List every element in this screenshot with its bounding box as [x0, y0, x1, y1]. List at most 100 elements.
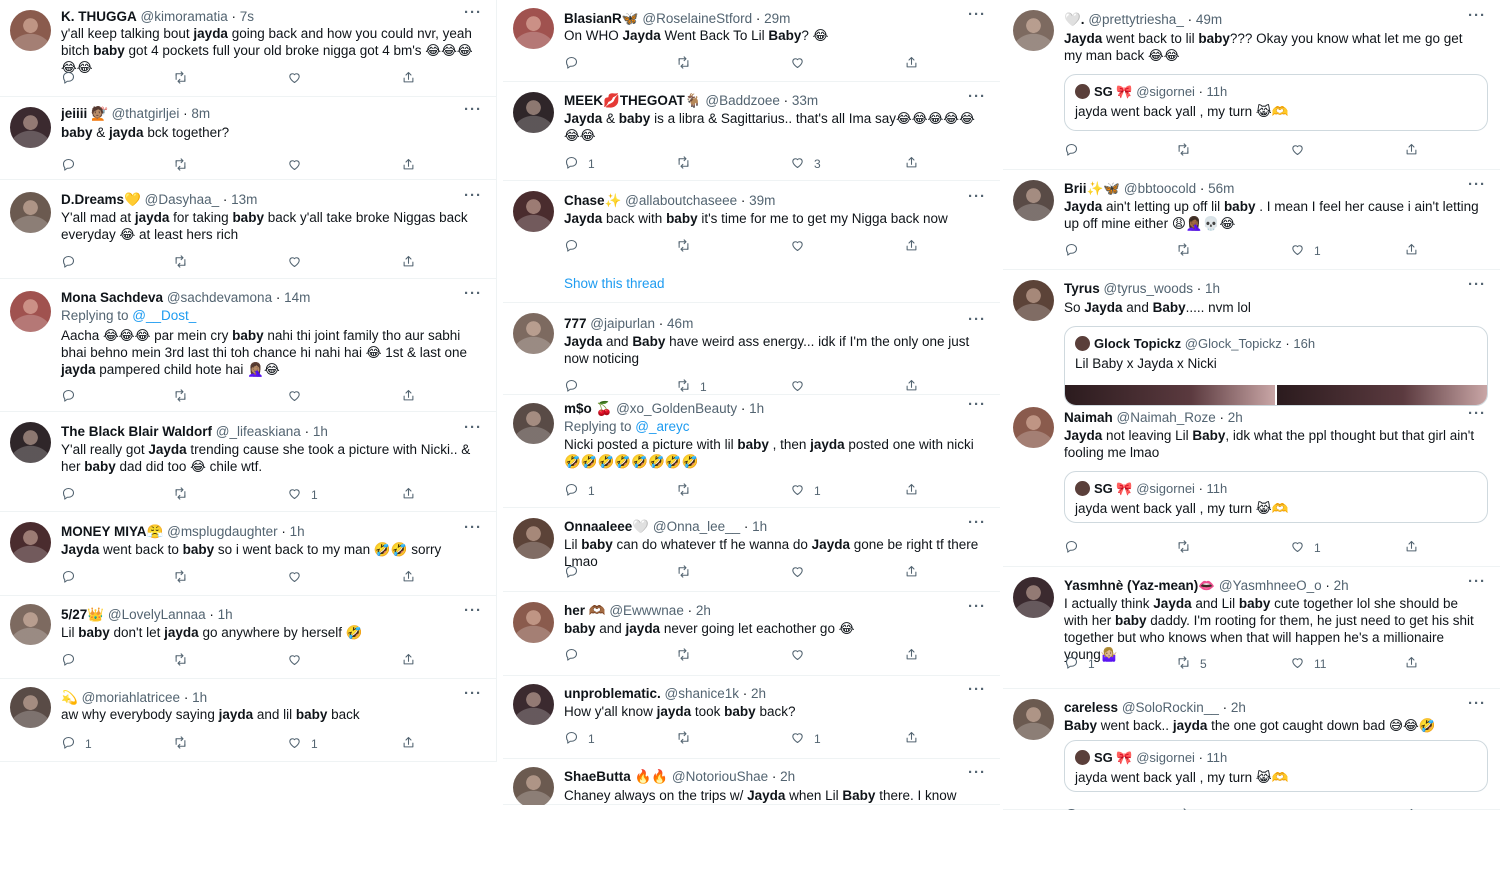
author-name[interactable]: 777 [564, 316, 587, 331]
reply-button[interactable] [1064, 539, 1079, 557]
reply-icon[interactable] [61, 486, 76, 504]
tweet-timestamp[interactable]: 2h [1228, 410, 1243, 425]
retweet-button[interactable] [1176, 807, 1191, 810]
share-button[interactable] [904, 564, 919, 582]
share-icon[interactable] [1404, 142, 1419, 160]
quoted-tweet[interactable]: Glock Topickz @Glock_Topickz · 16h Lil Ba… [1064, 326, 1488, 406]
retweet-icon[interactable] [173, 735, 188, 753]
reply-icon[interactable] [61, 254, 76, 272]
like-icon[interactable] [287, 569, 302, 587]
author-handle[interactable]: @thatgirljei [112, 106, 180, 121]
more-options-icon[interactable]: ··· [464, 519, 482, 536]
reply-icon[interactable] [61, 735, 76, 753]
more-options-icon[interactable]: ··· [464, 187, 482, 204]
retweet-icon[interactable] [676, 155, 691, 173]
author-name[interactable]: Brii✨🦋 [1064, 181, 1120, 196]
avatar[interactable] [1013, 699, 1054, 740]
share-icon[interactable] [401, 388, 416, 406]
more-options-icon[interactable]: ··· [1468, 7, 1486, 24]
reply-icon[interactable] [564, 238, 579, 256]
share-icon[interactable] [1404, 242, 1419, 260]
retweet-button[interactable] [173, 157, 188, 175]
author-name[interactable]: 5/27👑 [61, 607, 104, 622]
reply-icon[interactable] [564, 155, 579, 173]
author-name[interactable]: Chase✨ [564, 193, 621, 208]
retweet-button[interactable]: 1 [676, 378, 707, 396]
avatar[interactable] [1013, 577, 1054, 618]
share-icon[interactable] [401, 569, 416, 587]
author-name[interactable]: Naimah [1064, 410, 1113, 425]
like-button[interactable] [790, 564, 805, 582]
tweet-timestamp[interactable]: 46m [667, 316, 693, 331]
like-icon[interactable] [1290, 807, 1305, 810]
author-handle[interactable]: @tyrus_woods [1104, 281, 1194, 296]
retweet-button[interactable] [1176, 242, 1191, 260]
like-button[interactable] [287, 157, 302, 175]
replying-to-link[interactable]: @__Dost_ [132, 308, 196, 323]
retweet-button[interactable] [173, 254, 188, 272]
reply-icon[interactable] [61, 569, 76, 587]
show-thread-link[interactable]: Show this thread [564, 276, 665, 291]
retweet-icon[interactable] [1176, 807, 1191, 810]
retweet-button[interactable] [173, 735, 188, 753]
reply-button[interactable] [61, 157, 76, 175]
author-handle[interactable]: @jaipurlan [590, 316, 655, 331]
reply-icon[interactable] [61, 388, 76, 406]
like-button[interactable] [287, 569, 302, 587]
reply-icon[interactable] [1064, 242, 1079, 260]
tweet-timestamp[interactable]: 49m [1196, 12, 1222, 27]
author-handle[interactable]: @sachdevamona [167, 290, 272, 305]
quoted-tweet[interactable]: SG 🎀 @sigornei · 11h jayda went back yall… [1064, 740, 1488, 792]
tweet-timestamp[interactable]: 2h [696, 603, 711, 618]
share-icon[interactable] [401, 70, 416, 88]
author-name[interactable]: 💫 [61, 690, 78, 705]
retweet-button[interactable] [676, 730, 691, 748]
reply-button[interactable] [564, 55, 579, 73]
author-name[interactable]: 🤍. [1064, 12, 1085, 27]
reply-icon[interactable] [564, 55, 579, 73]
more-options-icon[interactable]: ··· [968, 396, 986, 413]
tweet-timestamp[interactable]: 1h [218, 607, 233, 622]
like-icon[interactable] [1290, 242, 1305, 260]
tweet-timestamp[interactable]: 33m [792, 93, 818, 108]
like-button[interactable] [287, 254, 302, 272]
like-icon[interactable] [287, 157, 302, 175]
reply-icon[interactable] [564, 564, 579, 582]
share-icon[interactable] [904, 378, 919, 396]
retweet-button[interactable] [173, 486, 188, 504]
tweet-timestamp[interactable]: 13m [231, 192, 257, 207]
more-options-icon[interactable]: ··· [1468, 176, 1486, 193]
like-icon[interactable] [790, 564, 805, 582]
retweet-button[interactable] [1176, 539, 1191, 557]
like-button[interactable] [287, 388, 302, 406]
tweet-timestamp[interactable]: 1h [749, 401, 764, 416]
more-options-icon[interactable]: ··· [968, 598, 986, 615]
more-options-icon[interactable]: ··· [968, 514, 986, 531]
author-handle[interactable]: @bbtoocold [1124, 181, 1196, 196]
author-name[interactable]: ShaeButta 🔥🔥 [564, 769, 668, 784]
share-button[interactable] [401, 486, 416, 504]
author-handle[interactable]: @RoselaineStford [642, 11, 752, 26]
retweet-icon[interactable] [173, 388, 188, 406]
share-icon[interactable] [1404, 655, 1419, 673]
share-icon[interactable] [1404, 807, 1419, 810]
author-handle[interactable]: @NotoriouShae [672, 769, 768, 784]
retweet-icon[interactable] [1176, 539, 1191, 557]
retweet-button[interactable] [676, 564, 691, 582]
retweet-button[interactable] [173, 388, 188, 406]
tweet-timestamp[interactable]: 8m [191, 106, 210, 121]
like-icon[interactable] [790, 730, 805, 748]
author-name[interactable]: unproblematic. [564, 686, 661, 701]
retweet-button[interactable] [676, 647, 691, 665]
author-name[interactable]: her 🫶🏾 [564, 603, 606, 618]
reply-button[interactable]: 1 [564, 155, 595, 173]
retweet-icon[interactable] [676, 564, 691, 582]
avatar[interactable] [10, 522, 51, 563]
more-options-icon[interactable]: ··· [968, 88, 986, 105]
share-button[interactable] [904, 482, 919, 500]
more-options-icon[interactable]: ··· [464, 419, 482, 436]
retweet-icon[interactable] [173, 254, 188, 272]
reply-icon[interactable] [61, 157, 76, 175]
like-icon[interactable] [287, 486, 302, 504]
retweet-button[interactable]: 5 [1176, 655, 1207, 673]
